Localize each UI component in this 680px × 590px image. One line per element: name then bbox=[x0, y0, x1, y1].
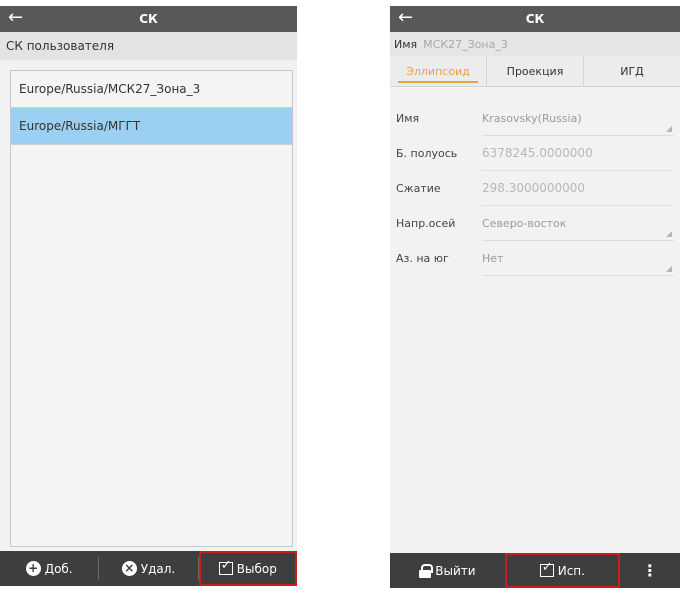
axis-direction-select[interactable]: Северо-восток bbox=[482, 206, 674, 241]
select-label: Выбор bbox=[236, 561, 277, 576]
checkbox-icon bbox=[539, 560, 554, 577]
axis-direction-value: Северо-восток bbox=[482, 216, 567, 230]
dropdown-corner-icon bbox=[666, 266, 672, 272]
delete-label: Удал. bbox=[140, 561, 176, 576]
form-row: Аз. на юг Нет bbox=[390, 241, 680, 276]
app-bar: ← СК bbox=[0, 6, 297, 32]
tab-projection[interactable]: Проекция bbox=[487, 56, 584, 86]
back-arrow-icon[interactable]: ← bbox=[398, 9, 413, 27]
ellipsoid-name-select[interactable]: Krasovsky(Russia) bbox=[482, 101, 674, 136]
azimuth-south-label: Аз. на юг bbox=[396, 252, 449, 265]
name-label: Имя bbox=[394, 37, 418, 51]
use-label: Исп. bbox=[557, 563, 585, 578]
lock-icon bbox=[419, 563, 434, 578]
back-arrow-icon[interactable]: ← bbox=[8, 9, 23, 27]
tab-ellipsoid[interactable]: Эллипсоид bbox=[390, 56, 487, 86]
add-button[interactable]: + Доб. bbox=[0, 551, 98, 586]
bottom-toolbar: + Доб. × Удал. Выбор bbox=[0, 551, 297, 586]
close-circle-icon: × bbox=[121, 561, 137, 576]
flattening-label: Сжатие bbox=[396, 182, 441, 195]
page-title: СК bbox=[139, 12, 158, 26]
right-screen: ← СК Имя МСК27_Зона_3 Эллипсоид Проекция… bbox=[390, 6, 680, 588]
bottom-toolbar: Выйти Исп. ⋮ bbox=[390, 553, 680, 588]
app-bar: ← СК bbox=[390, 6, 680, 32]
form-row: Напр.осей Северо-восток bbox=[390, 206, 680, 241]
ellipsoid-form: Имя Krasovsky(Russia) Б. полуось 6378245… bbox=[390, 87, 680, 276]
form-row: Сжатие 298.3000000000 bbox=[390, 171, 680, 206]
select-button[interactable]: Выбор bbox=[198, 551, 297, 586]
tab-igd[interactable]: ИГД bbox=[584, 56, 680, 86]
coordinate-system-list: Europe/Russia/МСК27_Зона_3 Europe/Russia… bbox=[10, 70, 293, 547]
use-button[interactable]: Исп. bbox=[504, 553, 620, 588]
left-screen: ← СК СК пользователя Europe/Russia/МСК27… bbox=[0, 6, 297, 586]
plus-circle-icon: + bbox=[25, 561, 41, 576]
azimuth-south-select[interactable]: Нет bbox=[482, 241, 674, 276]
more-vertical-icon: ⋮ bbox=[641, 561, 658, 580]
tab-bar: Эллипсоид Проекция ИГД bbox=[390, 56, 680, 87]
name-bar: Имя МСК27_Зона_3 bbox=[390, 32, 680, 56]
semi-major-axis-input[interactable]: 6378245.0000000 bbox=[482, 136, 674, 171]
exit-label: Выйти bbox=[435, 563, 476, 578]
ellipsoid-name-label: Имя bbox=[396, 112, 420, 125]
flattening-input[interactable]: 298.3000000000 bbox=[482, 171, 674, 206]
exit-button[interactable]: Выйти bbox=[390, 553, 505, 588]
axis-direction-label: Напр.осей bbox=[396, 217, 456, 230]
list-item[interactable]: Europe/Russia/МСК27_Зона_3 bbox=[11, 71, 292, 108]
name-field[interactable]: МСК27_Зона_3 bbox=[423, 38, 508, 51]
ellipsoid-name-value: Krasovsky(Russia) bbox=[482, 111, 582, 125]
dropdown-corner-icon bbox=[666, 126, 672, 132]
section-header: СК пользователя bbox=[0, 32, 297, 60]
form-row: Имя Krasovsky(Russia) bbox=[390, 101, 680, 136]
dropdown-corner-icon bbox=[666, 231, 672, 237]
page-title: СК bbox=[525, 12, 545, 26]
semi-major-axis-label: Б. полуось bbox=[396, 147, 458, 160]
list-item-selected[interactable]: Europe/Russia/МГГТ bbox=[11, 108, 292, 145]
checkbox-icon bbox=[218, 558, 233, 575]
form-row: Б. полуось 6378245.0000000 bbox=[390, 136, 680, 171]
more-button[interactable]: ⋮ bbox=[620, 553, 680, 588]
delete-button[interactable]: × Удал. bbox=[99, 551, 197, 586]
add-label: Доб. bbox=[44, 561, 73, 576]
azimuth-south-value: Нет bbox=[482, 251, 504, 265]
